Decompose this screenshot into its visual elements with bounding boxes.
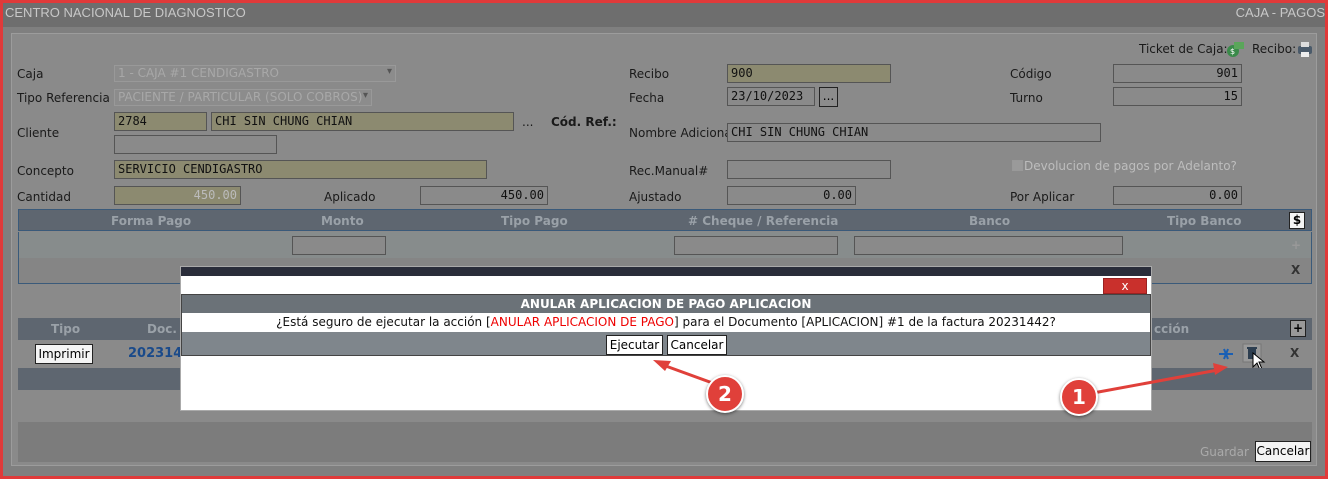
- annotation-arrows: [653, 360, 1228, 395]
- app-window: CENTRO NACIONAL DE DIAGNOSTICO CAJA - PA…: [0, 0, 1328, 479]
- step-1-badge: 1: [1060, 378, 1098, 416]
- step-2-badge: 2: [706, 375, 744, 413]
